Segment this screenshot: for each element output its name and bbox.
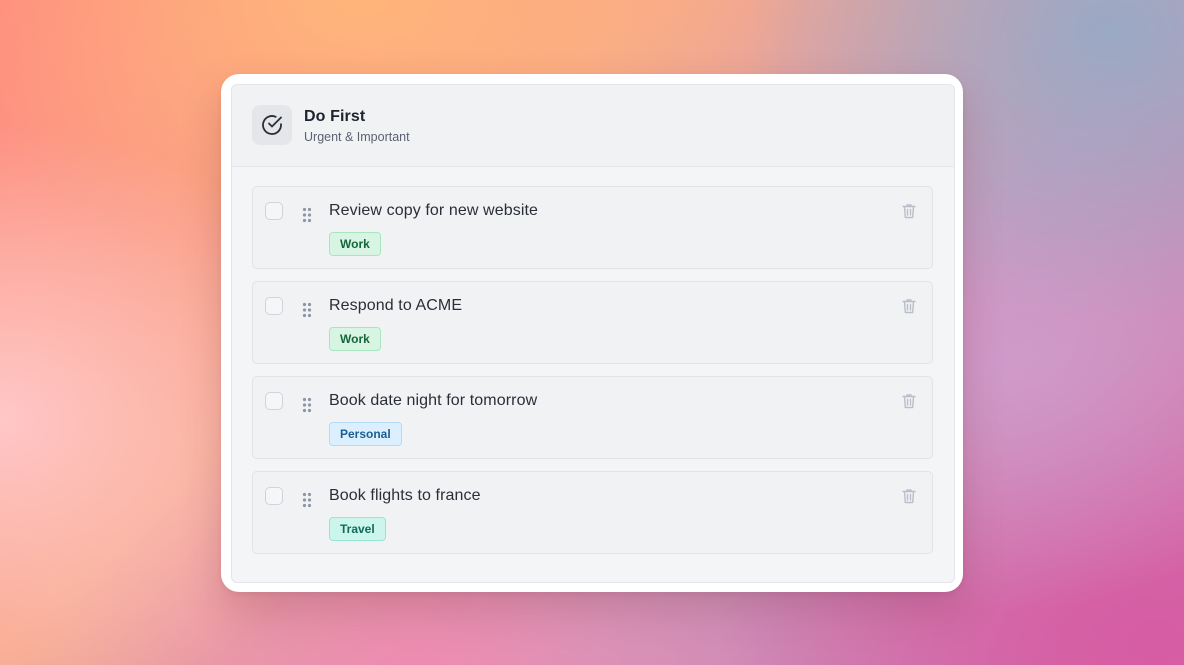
tag-badge: Travel xyxy=(329,517,386,541)
quadrant-panel: Do First Urgent & Important Review copy xyxy=(231,84,955,583)
quadrant-title: Do First xyxy=(304,108,366,125)
task-checkbox[interactable] xyxy=(265,202,283,220)
drag-handle-icon[interactable] xyxy=(302,207,312,223)
task-item[interactable]: Respond to ACME Work xyxy=(252,281,933,364)
check-circle-icon xyxy=(252,105,292,145)
drag-handle-icon[interactable] xyxy=(302,302,312,318)
tag-badge: Work xyxy=(329,232,381,256)
tag-badge: Work xyxy=(329,327,381,351)
task-title[interactable]: Book date night for tomorrow xyxy=(329,392,537,410)
trash-icon[interactable] xyxy=(902,203,916,219)
task-item[interactable]: Book date night for tomorrow Personal xyxy=(252,376,933,459)
drag-handle-icon[interactable] xyxy=(302,492,312,508)
trash-icon[interactable] xyxy=(902,298,916,314)
trash-icon[interactable] xyxy=(902,488,916,504)
task-checkbox[interactable] xyxy=(265,487,283,505)
drag-handle-icon[interactable] xyxy=(302,397,312,413)
task-title[interactable]: Review copy for new website xyxy=(329,202,538,220)
trash-icon[interactable] xyxy=(902,393,916,409)
task-checkbox[interactable] xyxy=(265,297,283,315)
task-checkbox[interactable] xyxy=(265,392,283,410)
task-item[interactable]: Book flights to france Travel xyxy=(252,471,933,554)
quadrant-card: Do First Urgent & Important Review copy xyxy=(221,74,963,592)
task-title[interactable]: Book flights to france xyxy=(329,487,481,505)
quadrant-header: Do First Urgent & Important xyxy=(232,85,954,167)
task-item[interactable]: Review copy for new website Work xyxy=(252,186,933,269)
quadrant-subtitle: Urgent & Important xyxy=(304,130,410,144)
task-list: Review copy for new website Work Respond… xyxy=(252,186,933,566)
task-title[interactable]: Respond to ACME xyxy=(329,297,462,315)
tag-badge: Personal xyxy=(329,422,402,446)
